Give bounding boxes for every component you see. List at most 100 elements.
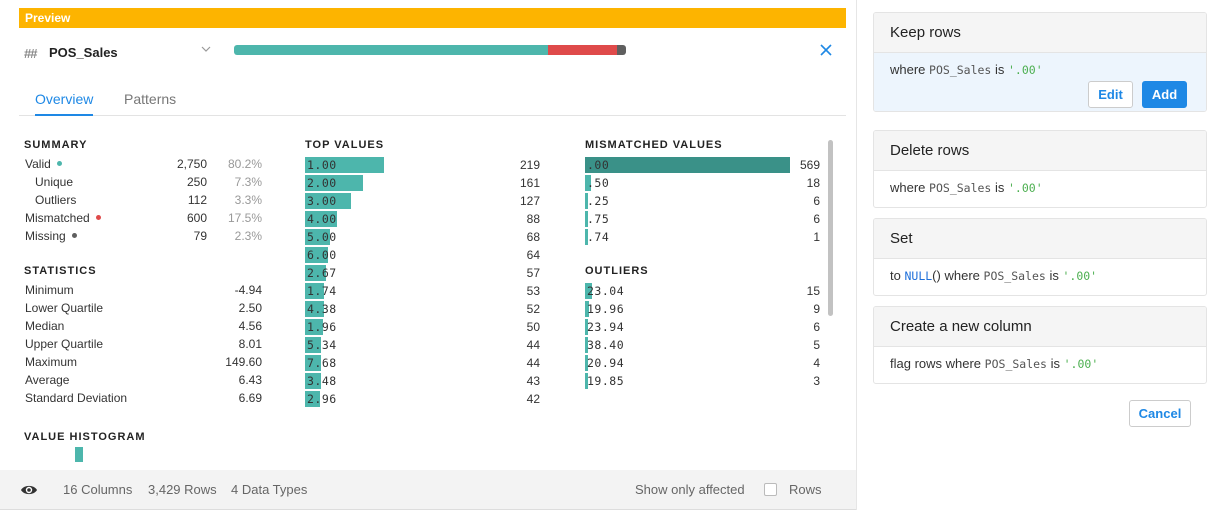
summary-count: 250 <box>186 175 207 189</box>
value-count: 569 <box>799 158 820 172</box>
statistic-label: Maximum <box>25 355 78 369</box>
mismatched-value-row[interactable]: .75 6 <box>585 211 820 227</box>
close-icon[interactable] <box>819 43 833 57</box>
value-label: 38.40 <box>587 338 625 352</box>
top-value-row[interactable]: 5.34 44 <box>305 337 540 353</box>
rows-checkbox[interactable] <box>764 483 777 496</box>
statistic-label: Lower Quartile <box>25 301 104 315</box>
suggestion-card-delete-rows[interactable]: Delete rows where POS_Sales is '.00' <box>873 130 1207 208</box>
value-label: .74 <box>587 230 610 244</box>
card-prefix: where <box>890 180 926 195</box>
top-value-row[interactable]: 4.38 52 <box>305 301 540 317</box>
tab-patterns[interactable]: Patterns <box>124 91 176 116</box>
value-count: 6 <box>813 194 820 208</box>
outlier-row[interactable]: 20.94 4 <box>585 355 820 371</box>
outlier-row[interactable]: 23.94 6 <box>585 319 820 335</box>
value-count: 4 <box>813 356 820 370</box>
top-value-row[interactable]: 4.00 88 <box>305 211 540 227</box>
value-count: 219 <box>519 158 540 172</box>
mismatched-value-row[interactable]: .00 569 <box>585 157 820 173</box>
outlier-row[interactable]: 38.40 5 <box>585 337 820 353</box>
tab-overview[interactable]: Overview <box>35 91 94 116</box>
top-value-row[interactable]: 1.00 219 <box>305 157 540 173</box>
value-count: 1 <box>813 230 820 244</box>
show-only-affected-label: Show only affected <box>635 482 745 497</box>
top-value-row[interactable]: 6.00 64 <box>305 247 540 263</box>
value-label: 2.67 <box>307 266 337 280</box>
statistics-title: STATISTICS <box>24 265 97 277</box>
data-types-count: 4 Data Types <box>231 482 308 497</box>
top-value-row[interactable]: 1.74 53 <box>305 283 540 299</box>
value-label: 5.34 <box>307 338 337 352</box>
quality-missing-segment[interactable] <box>616 45 626 55</box>
summary-count: 2,750 <box>176 157 207 171</box>
value-label: .75 <box>587 212 610 226</box>
data-quality-bar[interactable] <box>234 45 626 55</box>
value-count: 6 <box>813 212 820 226</box>
missing-dot-icon <box>71 233 77 239</box>
column-header: ## POS_Sales <box>19 38 846 68</box>
value-label: 2.00 <box>307 176 337 190</box>
value-label: 5.00 <box>307 230 337 244</box>
top-value-row[interactable]: 5.00 68 <box>305 229 540 245</box>
outlier-row[interactable]: 19.85 3 <box>585 373 820 389</box>
value-count: 52 <box>526 302 540 316</box>
add-button[interactable]: Add <box>1142 81 1187 108</box>
summary-row: Mismatched 600 17.5% <box>25 209 265 227</box>
cancel-button[interactable]: Cancel <box>1129 400 1191 427</box>
card-literal: '.00' <box>1008 181 1043 195</box>
mismatched-value-row[interactable]: .25 6 <box>585 193 820 209</box>
column-profile-panel: Preview ## POS_Sales Overview Patterns S… <box>0 0 856 510</box>
summary-row: Valid 2,750 80.2% <box>25 155 265 173</box>
statistic-label: Average <box>25 373 70 387</box>
summary-percent: 17.5% <box>227 211 262 225</box>
value-label: .00 <box>587 158 610 172</box>
statistics-row: Average 6.43 <box>25 371 262 389</box>
top-value-row[interactable]: 3.00 127 <box>305 193 540 209</box>
card-prefix: where <box>890 62 926 77</box>
suggestion-card-keep-rows[interactable]: Keep rows where POS_Sales is '.00' Edit … <box>873 12 1207 112</box>
outlier-row[interactable]: 19.96 9 <box>585 301 820 317</box>
quality-valid-segment[interactable] <box>234 45 549 55</box>
eye-icon[interactable] <box>20 482 38 498</box>
value-label: 2.96 <box>307 392 337 406</box>
value-bar[interactable] <box>585 157 790 173</box>
value-count: 88 <box>526 212 540 226</box>
profile-tabs: Overview Patterns <box>19 82 846 116</box>
rows-count: 3,429 Rows <box>148 482 217 497</box>
card-column: POS_Sales <box>984 357 1047 371</box>
top-value-row[interactable]: 2.00 161 <box>305 175 540 191</box>
mismatched-value-row[interactable]: .50 18 <box>585 175 820 191</box>
value-count: 5 <box>813 338 820 352</box>
card-op: is <box>994 180 1005 195</box>
card-title: Set <box>874 219 1206 259</box>
top-value-row[interactable]: 2.67 57 <box>305 265 540 281</box>
outlier-row[interactable]: 23.04 15 <box>585 283 820 299</box>
statistic-value: -4.94 <box>234 283 262 297</box>
value-count: 9 <box>813 302 820 316</box>
value-count: 44 <box>526 356 540 370</box>
statistics-row: Maximum 149.60 <box>25 353 262 371</box>
card-column: POS_Sales <box>929 181 992 195</box>
histogram-bar[interactable] <box>75 447 83 462</box>
value-count: 43 <box>526 374 540 388</box>
statistic-value: 6.69 <box>238 391 262 405</box>
suggestion-card-set[interactable]: Set to NULL() where POS_Sales is '.00' <box>873 218 1207 296</box>
value-label: 19.85 <box>587 374 625 388</box>
outliers-title: OUTLIERS <box>585 265 649 277</box>
scrollbar[interactable] <box>828 140 833 316</box>
chevron-down-icon[interactable] <box>199 42 213 56</box>
value-count: 44 <box>526 338 540 352</box>
card-prefix-to: to <box>890 268 901 283</box>
top-value-row[interactable]: 3.48 43 <box>305 373 540 389</box>
edit-button[interactable]: Edit <box>1088 81 1133 108</box>
quality-mismatched-segment[interactable] <box>548 45 617 55</box>
suggestion-card-create-column[interactable]: Create a new column flag rows where POS_… <box>873 306 1207 384</box>
top-value-row[interactable]: 2.96 42 <box>305 391 540 407</box>
rows-checkbox-label[interactable]: Rows <box>789 482 822 497</box>
value-count: 161 <box>519 176 540 190</box>
top-value-row[interactable]: 7.68 44 <box>305 355 540 371</box>
mismatched-value-row[interactable]: .74 1 <box>585 229 820 245</box>
value-count: 3 <box>813 374 820 388</box>
top-value-row[interactable]: 1.96 50 <box>305 319 540 335</box>
